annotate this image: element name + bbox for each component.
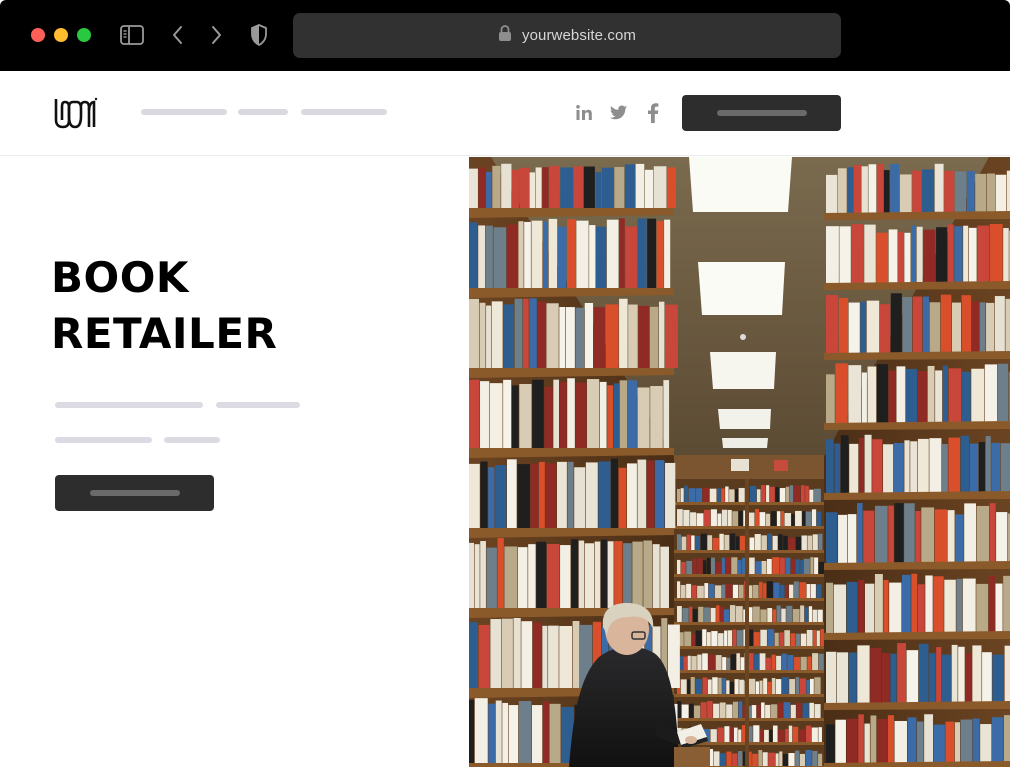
paragraph-placeholder: [164, 437, 220, 443]
shield-icon[interactable]: [248, 22, 270, 48]
sidebar-icon[interactable]: [119, 22, 145, 48]
paragraph-placeholder: [55, 402, 203, 408]
browser-window: yourwebsite.com BOOK RETAILER: [0, 0, 1010, 767]
chevron-right-icon[interactable]: [206, 22, 226, 48]
nav-link-placeholder[interactable]: [301, 109, 387, 115]
header-cta-button[interactable]: [682, 95, 841, 131]
close-window-button[interactable]: [31, 28, 45, 42]
linkedin-icon[interactable]: [573, 101, 595, 125]
logo[interactable]: [54, 96, 98, 130]
browser-toolbar: yourwebsite.com: [0, 0, 1010, 71]
button-label-placeholder: [716, 110, 807, 116]
hero-title-line2: RETAILER: [51, 309, 278, 358]
bookstore-aisle-photo: [469, 157, 1010, 767]
twitter-icon[interactable]: [608, 101, 630, 125]
nav-link-placeholder[interactable]: [238, 109, 288, 115]
minimize-window-button[interactable]: [54, 28, 68, 42]
url-text: yourwebsite.com: [521, 27, 637, 44]
address-bar[interactable]: yourwebsite.com: [293, 13, 841, 58]
paragraph-placeholder: [55, 437, 152, 443]
facebook-icon[interactable]: [642, 101, 664, 125]
hero-title: BOOK RETAILER: [51, 250, 411, 362]
site-header: [0, 71, 1010, 156]
hero-title-line1: BOOK: [51, 253, 189, 302]
button-label-placeholder: [89, 490, 180, 496]
lock-icon: [498, 24, 512, 47]
chevron-left-icon[interactable]: [168, 22, 188, 48]
nav-link-placeholder[interactable]: [141, 109, 227, 115]
hero-cta-button[interactable]: [55, 475, 214, 511]
maximize-window-button[interactable]: [77, 28, 91, 42]
paragraph-placeholder: [216, 402, 300, 408]
